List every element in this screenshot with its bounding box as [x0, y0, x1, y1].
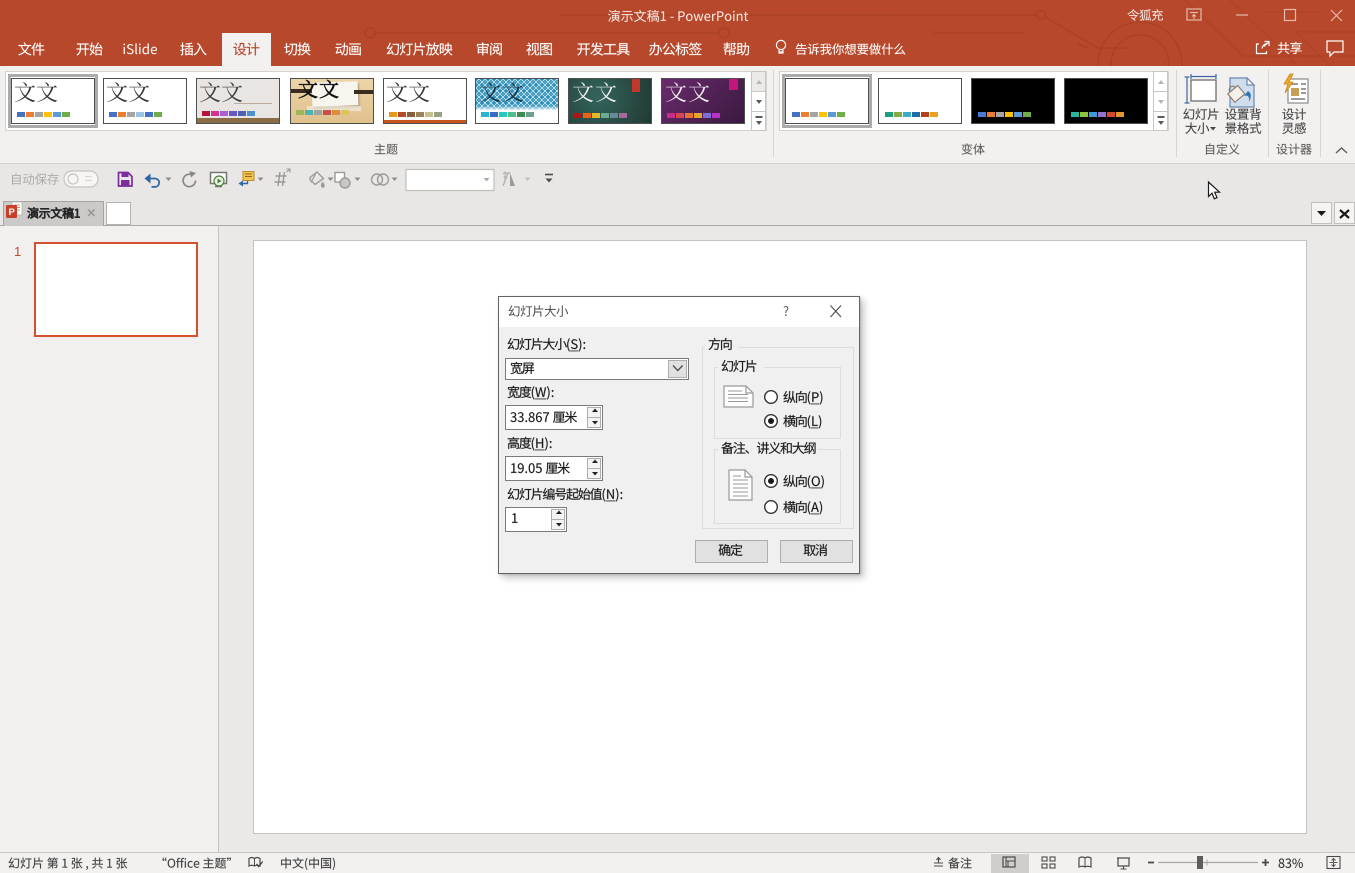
- svg-text:1: 1: [14, 244, 21, 259]
- svg-text:P: P: [9, 207, 16, 218]
